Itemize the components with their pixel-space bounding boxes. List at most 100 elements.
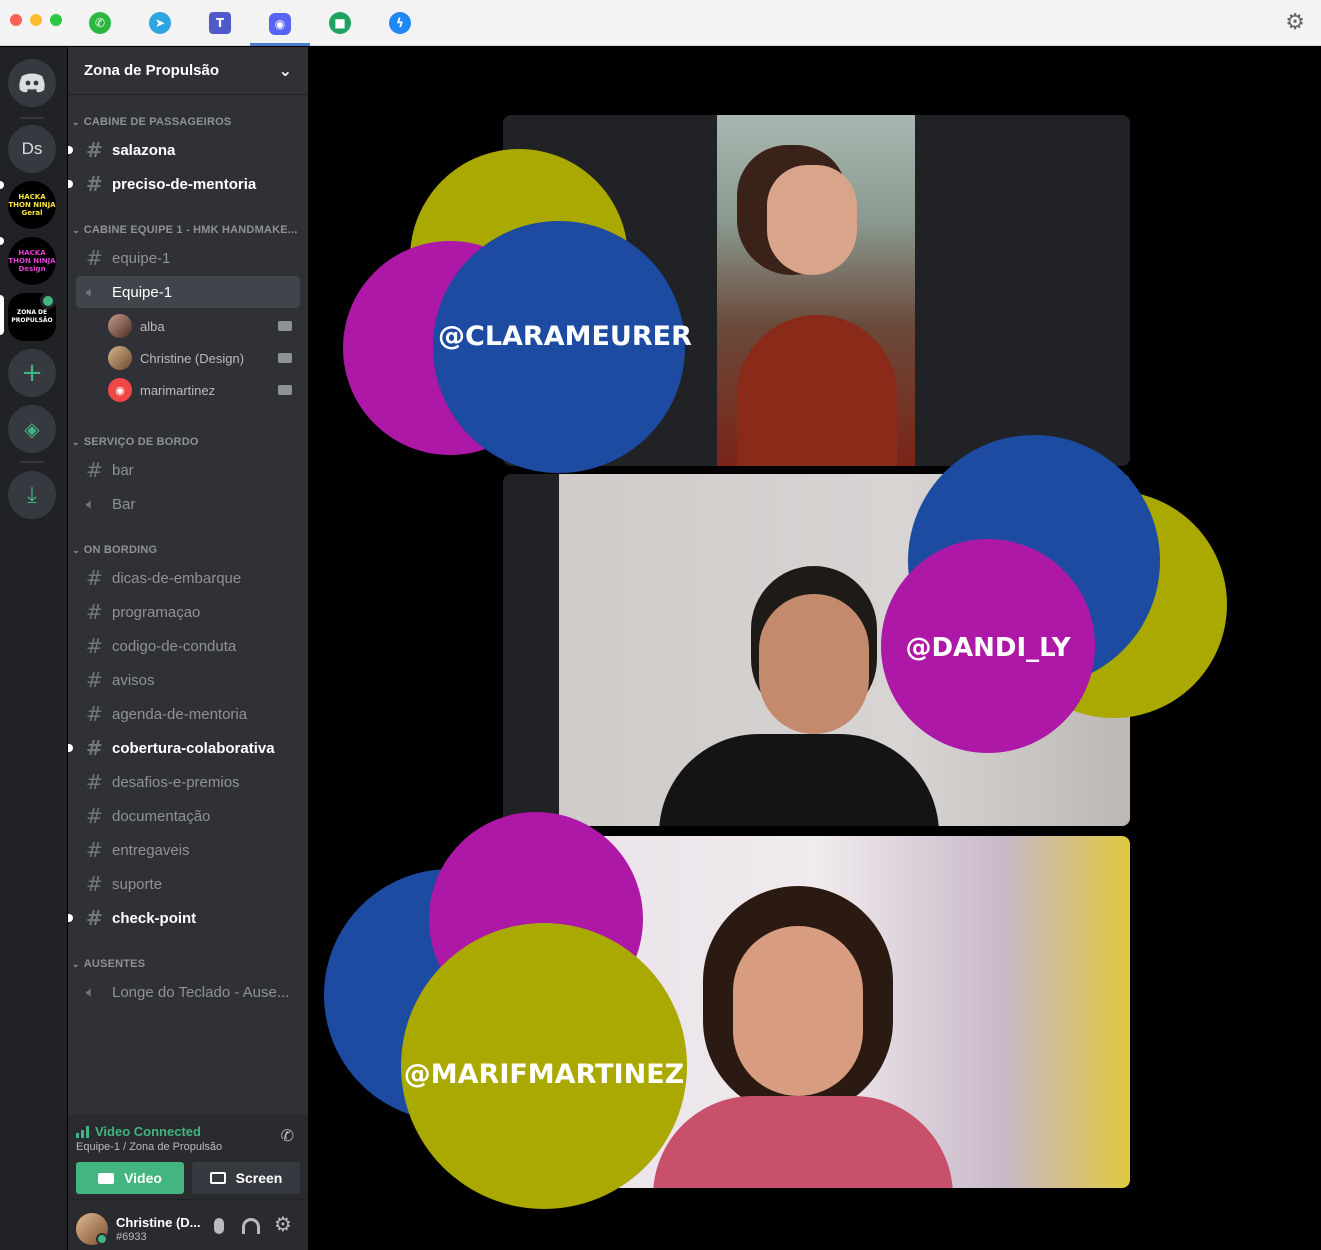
channel-agenda-de-mentoria[interactable]: # agenda-de-mentoria: [76, 698, 300, 730]
app-tab-whatsapp[interactable]: ✆: [70, 4, 130, 42]
hash-icon: #: [86, 138, 103, 162]
voice-channel-longe-do-teclado[interactable]: 🔈︎ Longe do Teclado - Ause...: [76, 976, 300, 1008]
app-tab-hangouts[interactable]: ■: [310, 4, 370, 42]
channel-codigo-de-conduta[interactable]: # codigo-de-conduta: [76, 630, 300, 662]
hash-icon: #: [86, 770, 103, 794]
channel-programacao[interactable]: # programaçao: [76, 596, 300, 628]
channel-label: codigo-de-conduta: [112, 637, 237, 655]
hash-icon: #: [86, 668, 103, 692]
channel-suporte[interactable]: # suporte: [76, 868, 300, 900]
hash-icon: #: [86, 906, 103, 930]
participant-shirt: [653, 1096, 953, 1188]
channel-bar[interactable]: # bar: [76, 454, 300, 486]
video-active-badge-icon: [40, 293, 56, 309]
server-zona-label: ZONA DE PROPULSÃO: [11, 309, 53, 324]
participant-face: [767, 165, 857, 275]
channel-preciso-de-mentoria[interactable]: # preciso-de-mentoria: [68, 168, 300, 200]
user-tag: #6933: [116, 1231, 147, 1243]
connection-location[interactable]: Equipe-1 / Zona de Propulsão: [76, 1141, 222, 1153]
category-ausentes[interactable]: ⌄ AUSENTES: [72, 958, 145, 970]
voice-channel-equipe-1[interactable]: 🔈︎ Equipe-1: [76, 276, 300, 308]
participant-handle-label: @DANDI_LY: [905, 633, 1071, 663]
unread-indicator: [68, 180, 73, 188]
channel-desafios-e-premios[interactable]: # desafios-e-premios: [76, 766, 300, 798]
channel-cobertura-colaborativa[interactable]: # cobertura-colaborativa: [68, 732, 300, 764]
voice-user-alba[interactable]: alba: [108, 311, 300, 341]
close-window-button[interactable]: [10, 14, 22, 26]
voice-user-marimartinez[interactable]: ◉ marimartinez: [108, 375, 300, 405]
server-list-divider: [20, 461, 44, 463]
chevron-down-icon: ⌄: [72, 958, 80, 969]
microphone-icon[interactable]: [214, 1218, 224, 1234]
download-apps-button[interactable]: ⤓: [8, 471, 56, 519]
speaker-icon: 🔈︎: [86, 983, 96, 1001]
server-ds[interactable]: Ds: [8, 125, 56, 173]
category-servico-de-bordo[interactable]: ⌄ SERVIÇO DE BORDO: [72, 436, 199, 448]
app-tab-messenger[interactable]: ϟ: [370, 4, 430, 42]
channel-label: programaçao: [112, 603, 201, 621]
voice-connection-panel: Video Connected Equipe-1 / Zona de Propu…: [68, 1114, 308, 1200]
channel-label: agenda-de-mentoria: [112, 705, 248, 723]
user-settings-gear-icon[interactable]: ⚙: [274, 1212, 292, 1236]
category-cabine-passageiros[interactable]: ⌄ CABINE DE PASSAGEIROS: [72, 116, 231, 128]
video-camera-icon: [98, 1172, 115, 1184]
channel-label: salazona: [112, 141, 176, 159]
username[interactable]: Christine (D...: [116, 1215, 201, 1230]
channel-label: documentação: [112, 807, 211, 825]
voice-user-christine[interactable]: Christine (Design): [108, 343, 300, 373]
explore-servers-button[interactable]: ◈: [8, 405, 56, 453]
plus-icon: +: [21, 358, 43, 388]
participant-shirt: [737, 315, 897, 466]
channel-avisos[interactable]: # avisos: [76, 664, 300, 696]
channel-entregaveis[interactable]: # entregaveis: [76, 834, 300, 866]
server-hackathon-design-label: HACKA THON NINJA Design: [8, 249, 56, 273]
discord-home-button[interactable]: [8, 59, 56, 107]
server-list-divider: [20, 117, 44, 119]
video-stage: @CLARAMEURER @DANDI_LY @MARIFMARTINEZ: [308, 47, 1321, 1250]
participant-handle-label: @CLARAMEURER: [438, 321, 692, 352]
user-panel: Christine (D... #6933 ⚙: [68, 1200, 308, 1250]
hash-icon: #: [86, 838, 103, 862]
signal-bars-icon: [76, 1125, 89, 1138]
channel-label: cobertura-colaborativa: [112, 739, 275, 757]
channel-dicas-de-embarque[interactable]: # dicas-de-embarque: [76, 562, 300, 594]
add-server-button[interactable]: +: [8, 349, 56, 397]
server-hackathon-geral[interactable]: HACKA THON NINJA Geral: [8, 181, 56, 229]
channel-salazona[interactable]: # salazona: [68, 134, 300, 166]
settings-gear-icon[interactable]: ⚙: [1285, 10, 1305, 35]
hash-icon: #: [86, 172, 103, 196]
headphones-icon[interactable]: [242, 1218, 260, 1234]
chevron-down-icon: ⌄: [72, 544, 80, 555]
category-cabine-equipe-1[interactable]: ⌄ CABINE EQUIPE 1 - HMK HANDMAKE...: [72, 224, 298, 236]
server-hackathon-design[interactable]: HACKA THON NINJA Design: [8, 237, 56, 285]
category-on-bording[interactable]: ⌄ ON BORDING: [72, 544, 157, 556]
hash-icon: #: [86, 600, 103, 624]
hash-icon: #: [86, 566, 103, 590]
connection-status[interactable]: Video Connected: [76, 1124, 201, 1139]
server-header[interactable]: Zona de Propulsão ⌄: [68, 47, 308, 95]
disconnect-phone-icon[interactable]: ✆: [281, 1126, 294, 1145]
app-tab-teams[interactable]: T: [190, 4, 250, 42]
screen-share-button[interactable]: Screen: [192, 1162, 300, 1194]
maximize-window-button[interactable]: [50, 14, 62, 26]
channel-equipe-1[interactable]: # equipe-1: [76, 242, 300, 274]
unread-pill: [0, 237, 4, 245]
app-tab-telegram[interactable]: ➤: [130, 4, 190, 42]
voice-channel-bar[interactable]: 🔈︎ Bar: [76, 488, 300, 520]
minimize-window-button[interactable]: [30, 14, 42, 26]
channel-label: bar: [112, 461, 134, 479]
channel-check-point[interactable]: # check-point: [68, 902, 300, 934]
video-button[interactable]: Video: [76, 1162, 184, 1194]
participant-video-feed: [717, 115, 915, 466]
video-camera-icon: [278, 353, 292, 363]
app-tab-discord[interactable]: ◉: [250, 4, 310, 46]
channel-label: entregaveis: [112, 841, 190, 859]
channel-label: dicas-de-embarque: [112, 569, 242, 587]
chevron-down-icon: ⌄: [72, 116, 80, 127]
discord-logo-icon: [19, 73, 45, 93]
compass-icon: ◈: [24, 417, 40, 441]
unread-indicator: [68, 146, 73, 154]
channel-documentacao[interactable]: # documentação: [76, 800, 300, 832]
chevron-down-icon: ⌄: [72, 224, 80, 235]
chevron-down-icon: ⌄: [278, 61, 292, 80]
